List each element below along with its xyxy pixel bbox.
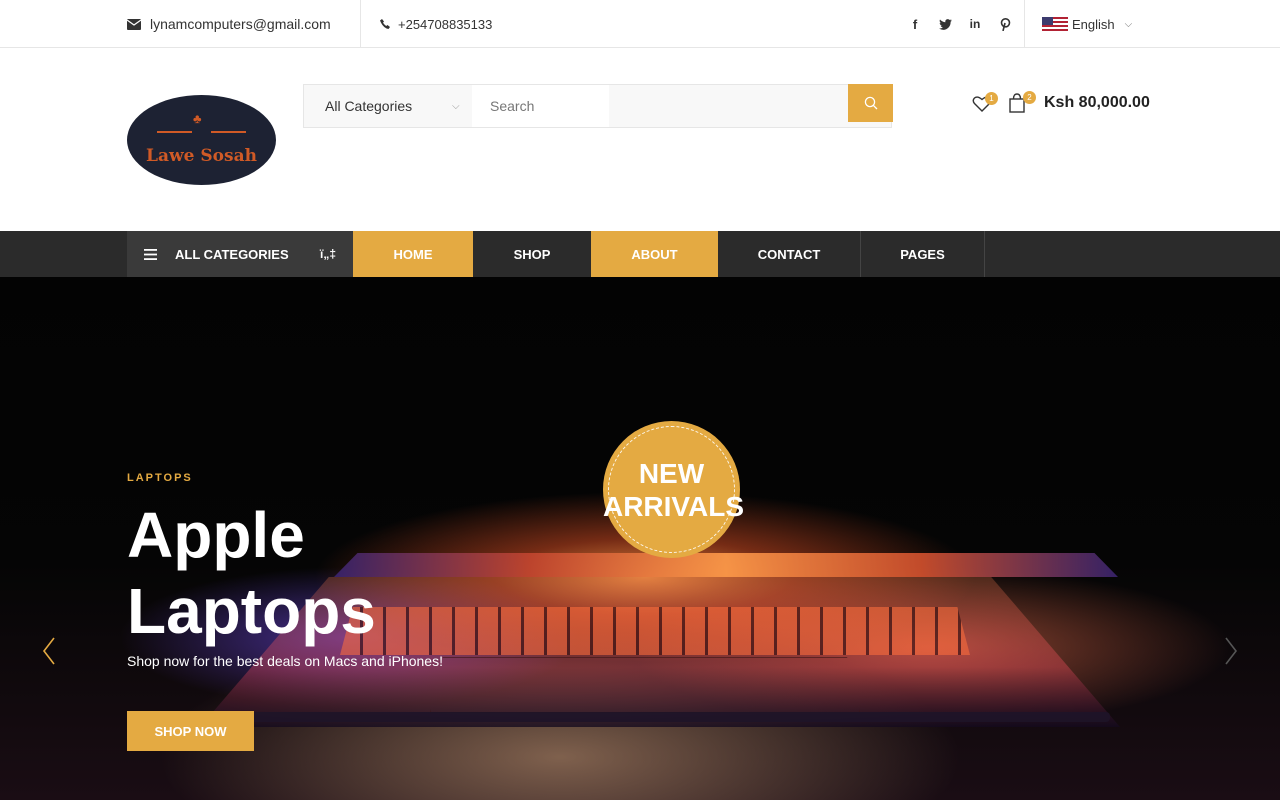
chevron-down-icon: ⌵: [452, 100, 460, 112]
language-label: English: [1072, 16, 1115, 32]
nav-home[interactable]: HOME: [353, 231, 473, 277]
us-flag-icon: [1042, 17, 1068, 31]
divider: [360, 0, 361, 48]
cart-total[interactable]: Ksh 80,000.00: [1044, 94, 1150, 112]
cart-count-badge: 2: [1023, 91, 1036, 104]
hero-subtitle: Shop now for the best deals on Macs and …: [127, 653, 443, 669]
cart-button[interactable]: 2: [1008, 91, 1036, 117]
facebook-icon[interactable]: f: [900, 9, 930, 39]
hamburger-menu-icon: [144, 248, 157, 260]
badge-line-2: ARRIVALS: [602, 491, 745, 522]
all-categories-label: ALL CATEGORIES: [175, 246, 289, 262]
grid-icon: ï„‡: [320, 247, 337, 261]
social-links: f in: [900, 0, 1020, 48]
laptop-trackpad: [430, 657, 860, 713]
laptop-keyboard: [340, 607, 970, 655]
wishlist-count-badge: 1: [985, 92, 998, 105]
search-button[interactable]: [848, 84, 893, 122]
nav-contact[interactable]: CONTACT: [718, 231, 860, 277]
contact-phone[interactable]: +254708835133: [380, 0, 492, 48]
logo-line: [157, 131, 192, 133]
main-nav: ALL CATEGORIES ï„‡ HOME SHOP ABOUT CONTA…: [0, 231, 1280, 277]
site-logo[interactable]: ♣ Lawe Sosah: [127, 95, 276, 185]
language-selector[interactable]: English ⌵: [1042, 0, 1132, 48]
phone-icon: [380, 19, 390, 29]
envelope-icon: [127, 18, 141, 30]
nav-pages-label: PAGES: [900, 246, 945, 262]
email-text: lynamcomputers@gmail.com: [150, 16, 331, 32]
category-select[interactable]: All Categories ⌵: [304, 85, 472, 127]
hero-slider: NEW ARRIVALS LAPTOPS Apple Laptops Shop …: [0, 277, 1280, 800]
laptop-screen: [334, 553, 1118, 577]
badge-line-1: NEW: [638, 458, 705, 489]
new-arrivals-badge: NEW ARRIVALS: [603, 421, 744, 558]
slider-prev-button[interactable]: [37, 633, 61, 669]
divider: [1024, 0, 1025, 48]
nav-home-label: HOME: [393, 246, 433, 262]
nav-pages[interactable]: PAGES: [861, 231, 984, 277]
logo-emblem-icon: ♣: [193, 111, 202, 126]
pinterest-icon[interactable]: [990, 9, 1020, 39]
nav-about[interactable]: ABOUT: [591, 231, 718, 277]
nav-shop[interactable]: SHOP: [473, 231, 591, 277]
chevron-left-icon: [42, 637, 55, 665]
logo-line: [211, 131, 246, 133]
slider-next-button[interactable]: [1219, 633, 1243, 669]
hero-eyebrow: LAPTOPS: [127, 472, 193, 484]
shop-now-button[interactable]: SHOP NOW: [127, 711, 254, 751]
search-icon: [864, 96, 877, 110]
nav-contact-label: CONTACT: [757, 246, 821, 262]
hero-title: Apple Laptops: [127, 497, 376, 649]
phone-text: +254708835133: [398, 16, 493, 32]
category-select-value: All Categories: [325, 98, 413, 114]
logo-text: Lawe Sosah: [146, 146, 257, 166]
laptop-edge: [240, 712, 1110, 722]
chevron-down-icon: ⌵: [1124, 18, 1133, 30]
nav-about-label: ABOUT: [631, 246, 678, 262]
contact-email[interactable]: lynamcomputers@gmail.com: [127, 0, 331, 48]
twitter-icon[interactable]: [930, 9, 960, 39]
chevron-right-icon: [1225, 637, 1238, 665]
search-input[interactable]: [472, 85, 609, 127]
all-categories-button[interactable]: ALL CATEGORIES ï„‡: [127, 231, 353, 277]
nav-divider: [984, 231, 985, 277]
search-bar: All Categories ⌵: [303, 84, 893, 128]
hero-title-line-1: Apple: [127, 499, 305, 571]
top-bar: lynamcomputers@gmail.com +254708835133 f…: [0, 0, 1280, 48]
nav-shop-label: SHOP: [513, 246, 551, 262]
wishlist-button[interactable]: 1: [972, 92, 998, 116]
hero-title-line-2: Laptops: [127, 575, 376, 647]
linkedin-icon[interactable]: in: [960, 9, 990, 39]
